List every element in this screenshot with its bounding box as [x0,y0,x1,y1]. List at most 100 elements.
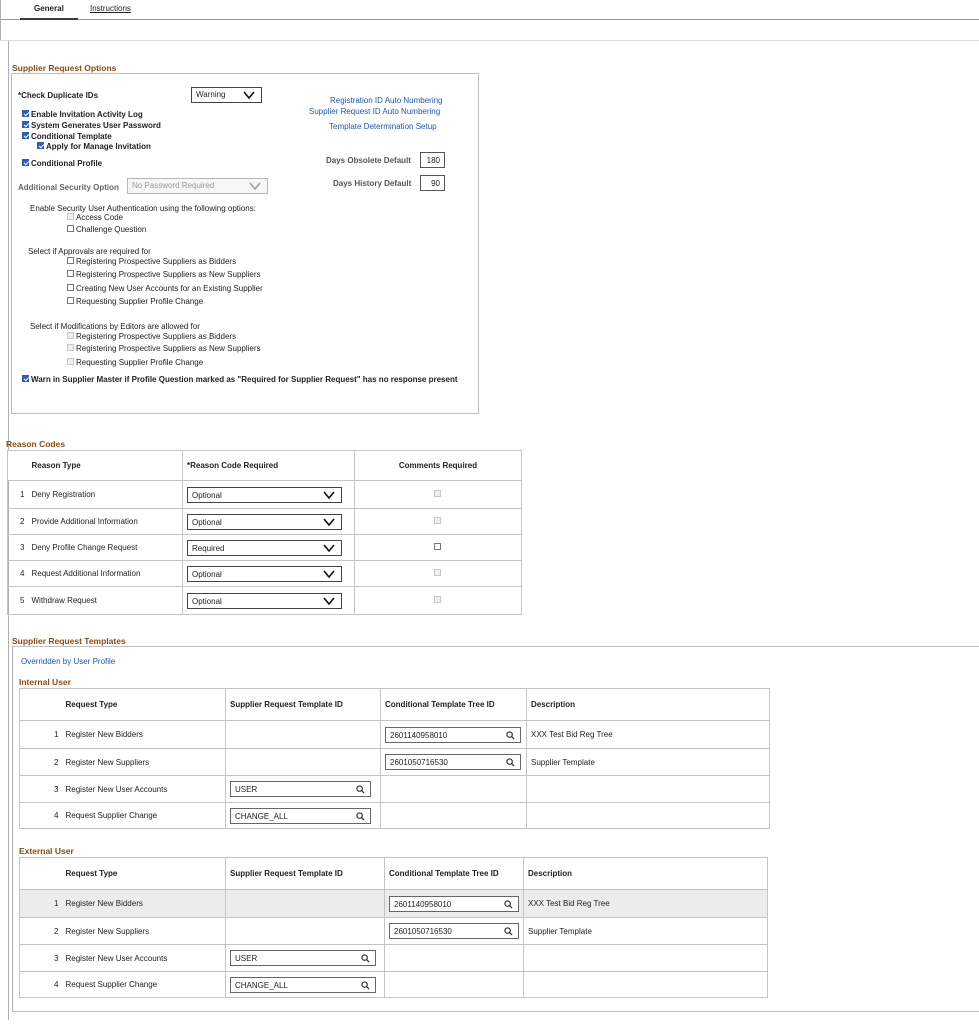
checkbox-disabled-icon [67,332,74,340]
header-tree-id: Conditional Template Tree ID [384,857,524,890]
reason-code-required-select[interactable]: Optional [187,486,342,503]
days-obsolete-input[interactable]: 180 [420,152,445,168]
reason-code-required-select[interactable]: Optional [187,513,342,530]
conditional-template[interactable]: Conditional Template [22,132,112,142]
chevron-down-icon [323,517,335,526]
conditional-profile[interactable]: Conditional Profile [22,159,102,169]
tree-id-input[interactable]: 2601050716530 [389,923,519,939]
reason-type-cell: Deny Registration [27,480,183,509]
check-duplicate-ids-select[interactable]: Warning [191,87,262,103]
template-id-input[interactable]: USER [230,950,376,966]
checkbox-icon[interactable] [67,225,74,233]
search-icon[interactable] [361,954,370,963]
header-template-id: Supplier Request Template ID [225,857,385,890]
modifications-label: Select if Modifications by Editors are a… [30,322,200,331]
checkbox-checked-icon[interactable] [37,142,44,150]
checkbox-checked-icon[interactable] [22,375,29,383]
internal-user-title: Internal User [19,677,71,687]
approval-option[interactable]: Registering Prospective Suppliers as Bid… [67,257,236,267]
modification-option: Requesting Supplier Profile Change [67,358,203,368]
challenge-question-option[interactable]: Challenge Question [67,225,146,235]
days-history-label: Days History Default [333,179,412,188]
checkbox-checked-icon[interactable] [22,121,29,129]
checkbox-icon[interactable] [67,297,74,305]
reason-code-required-select[interactable]: Optional [187,565,342,582]
approval-option[interactable]: Creating New User Accounts for an Existi… [67,284,263,294]
description-cell: Supplier Template [526,748,770,776]
check-duplicate-ids-value: Warning [196,90,226,99]
checkbox-icon[interactable] [67,257,74,265]
reason-code-required-select[interactable]: Required [187,539,342,556]
system-generates-user-password[interactable]: System Generates User Password [22,121,161,131]
header-description: Description [523,857,768,890]
tree-id-input[interactable]: 2601050716530 [385,754,521,770]
search-icon[interactable] [506,730,515,740]
description-cell: XXX Test Bid Reg Tree [526,720,770,749]
template-id-input[interactable]: CHANGE_ALL [230,976,376,993]
chevron-down-icon [323,596,335,605]
search-icon[interactable] [506,758,515,767]
search-icon[interactable] [356,811,365,821]
warn-profile-question-option[interactable]: Warn in Supplier Master if Profile Quest… [22,375,458,385]
reason-type-cell: Deny Profile Change Request [27,534,183,561]
header-request-type: Request Type [61,857,226,890]
chevron-down-icon [323,569,335,578]
checkbox-disabled-icon [433,517,441,525]
header-template-id: Supplier Request Template ID [225,688,381,721]
tree-id-input[interactable]: 2601140958010 [389,895,519,912]
internal-user-table: Request Type Supplier Request Template I… [19,688,770,829]
modification-option: Registering Prospective Suppliers as Bid… [67,332,236,342]
checkbox-icon[interactable] [433,543,441,551]
table-row: 3 Register New User Accounts USER [19,944,768,972]
table-row: 2 Register New Suppliers 2601050716530 S… [19,917,768,945]
templates-divider [12,646,979,647]
approval-option[interactable]: Registering Prospective Suppliers as New… [67,270,261,280]
reason-codes-title: Reason Codes [6,439,66,449]
days-history-input[interactable]: 90 [420,175,445,191]
security-auth-label: Enable Security User Authentication usin… [30,204,256,213]
checkbox-icon[interactable] [67,270,74,278]
search-icon[interactable] [361,980,370,990]
enable-invitation-activity-log[interactable]: Enable Invitation Activity Log [22,110,143,120]
header-reason-type: Reason Type [27,450,183,481]
table-row: 1 Deny Registration Optional [7,480,522,509]
overridden-by-user-profile-link[interactable]: Overridden by User Profile [21,657,115,666]
reason-codes-table: Reason Type *Reason Code Required Commen… [7,450,522,615]
reason-code-required-select[interactable]: Optional [187,592,342,609]
table-row: 4 Request Additional Information Optiona… [7,560,522,587]
checkbox-checked-icon[interactable] [22,132,29,140]
search-icon[interactable] [356,785,365,794]
checkbox-icon[interactable] [67,284,74,292]
days-obsolete-label: Days Obsolete Default [326,156,411,165]
template-determination-setup-link[interactable]: Template Determination Setup [329,122,437,131]
table-row: 1 Register New Bidders 2601140958010 XXX… [19,720,770,749]
template-id-input[interactable]: CHANGE_ALL [230,807,371,824]
checkbox-disabled-icon [433,569,441,577]
tab-instructions[interactable]: Instructions [90,4,131,13]
checkbox-checked-icon[interactable] [22,110,29,118]
checkbox-disabled-icon [67,344,74,352]
templates-frame-left [12,646,13,1012]
approval-option[interactable]: Requesting Supplier Profile Change [67,297,203,307]
checkbox-disabled-icon [433,596,441,604]
modification-option: Registering Prospective Suppliers as New… [67,344,261,354]
search-icon[interactable] [504,927,513,936]
header-tree-id: Conditional Template Tree ID [380,688,527,721]
checkbox-checked-icon[interactable] [22,159,29,167]
apply-for-manage-invitation[interactable]: Apply for Manage Invitation [37,142,151,152]
tab-general[interactable]: General [20,4,78,20]
tree-id-input[interactable]: 2601140958010 [385,726,521,743]
description-cell: XXX Test Bid Reg Tree [523,889,768,918]
checkbox-disabled-icon [67,213,74,221]
additional-security-option-value: No Password Required [132,181,215,190]
registration-id-auto-numbering-link[interactable]: Registration ID Auto Numbering [330,96,443,105]
search-icon[interactable] [504,899,513,909]
table-row: 4 Request Supplier Change CHANGE_ALL [19,802,770,829]
chevron-down-icon [323,543,335,552]
templates-frame-bottom [12,1011,979,1012]
supplier-request-options-title: Supplier Request Options [12,63,117,73]
supplier-request-id-auto-numbering-link[interactable]: Supplier Request ID Auto Numbering [309,107,440,116]
checkbox-disabled-icon [433,490,441,498]
template-id-input[interactable]: USER [230,781,371,797]
table-row: 1 Register New Bidders 2601140958010 XXX… [19,889,768,918]
